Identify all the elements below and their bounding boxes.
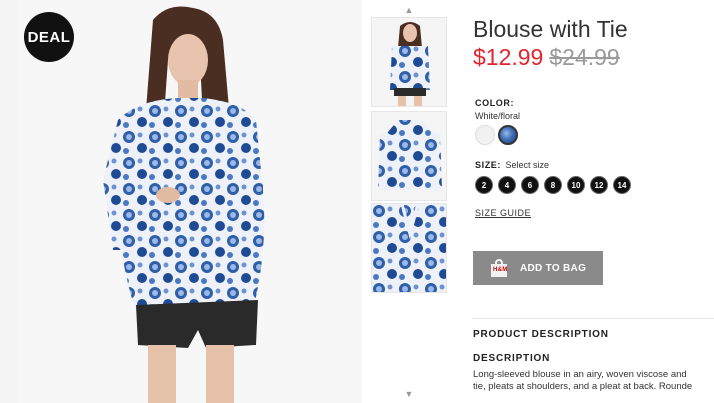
deal-badge-label: DEAL [27, 28, 71, 46]
size-option-8[interactable]: 8 [544, 176, 562, 194]
main-product-image[interactable]: DEAL [18, 0, 362, 403]
chevron-up-icon[interactable]: ▲ [403, 5, 415, 15]
price-row: $12.99 $24.99 [473, 44, 620, 71]
color-value: White/floral [475, 111, 521, 121]
page-left-edge [0, 0, 18, 403]
size-option-10[interactable]: 10 [567, 176, 585, 194]
add-to-bag-button[interactable]: H&M ADD TO BAG [473, 251, 603, 285]
description-line: tie, pleats at shoulders, and a pleat at… [473, 381, 693, 392]
product-description-heading: PRODUCT DESCRIPTION [473, 329, 609, 340]
size-option-6[interactable]: 6 [521, 176, 539, 194]
color-swatch-white-floral[interactable] [498, 125, 518, 145]
size-guide-link[interactable]: SIZE GUIDE [475, 208, 531, 218]
color-label: COLOR: [475, 98, 515, 108]
chevron-down-icon[interactable]: ▼ [403, 389, 415, 399]
thumbnail-model-image [372, 18, 446, 106]
size-option-2[interactable]: 2 [475, 176, 493, 194]
thumbnail-column: ▲ ▼ [371, 0, 447, 403]
thumbnail-model[interactable] [371, 17, 447, 107]
size-select-prompt: Select size [505, 160, 550, 170]
thumbnail-front[interactable] [371, 111, 447, 201]
thumbnail-detail-image [372, 204, 446, 292]
deal-badge: DEAL [24, 12, 74, 62]
size-options: 2 4 6 8 10 12 14 [475, 176, 631, 194]
size-label: SIZE: [475, 160, 502, 170]
product-title: Blouse with Tie [473, 16, 628, 42]
size-option-4[interactable]: 4 [498, 176, 516, 194]
size-option-12[interactable]: 12 [590, 176, 608, 194]
color-swatch-white[interactable] [475, 125, 495, 145]
original-price: $24.99 [549, 44, 620, 70]
thumbnail-front-image [372, 112, 446, 200]
section-divider [473, 318, 714, 319]
model-photo [18, 0, 362, 403]
description-text: Long-sleeved blouse in an airy, woven vi… [473, 369, 714, 393]
sale-price: $12.99 [473, 44, 544, 70]
size-row: SIZE: Select size [475, 160, 549, 170]
shopping-bag-icon: H&M [490, 259, 508, 277]
thumbnail-detail[interactable] [371, 203, 447, 293]
size-option-14[interactable]: 14 [613, 176, 631, 194]
description-heading: DESCRIPTION [473, 353, 551, 364]
add-to-bag-label: ADD TO BAG [520, 262, 587, 274]
product-info: Blouse with Tie $12.99 $24.99 COLOR: Whit… [473, 0, 714, 403]
description-line: Long-sleeved blouse in an airy, woven vi… [473, 369, 687, 380]
